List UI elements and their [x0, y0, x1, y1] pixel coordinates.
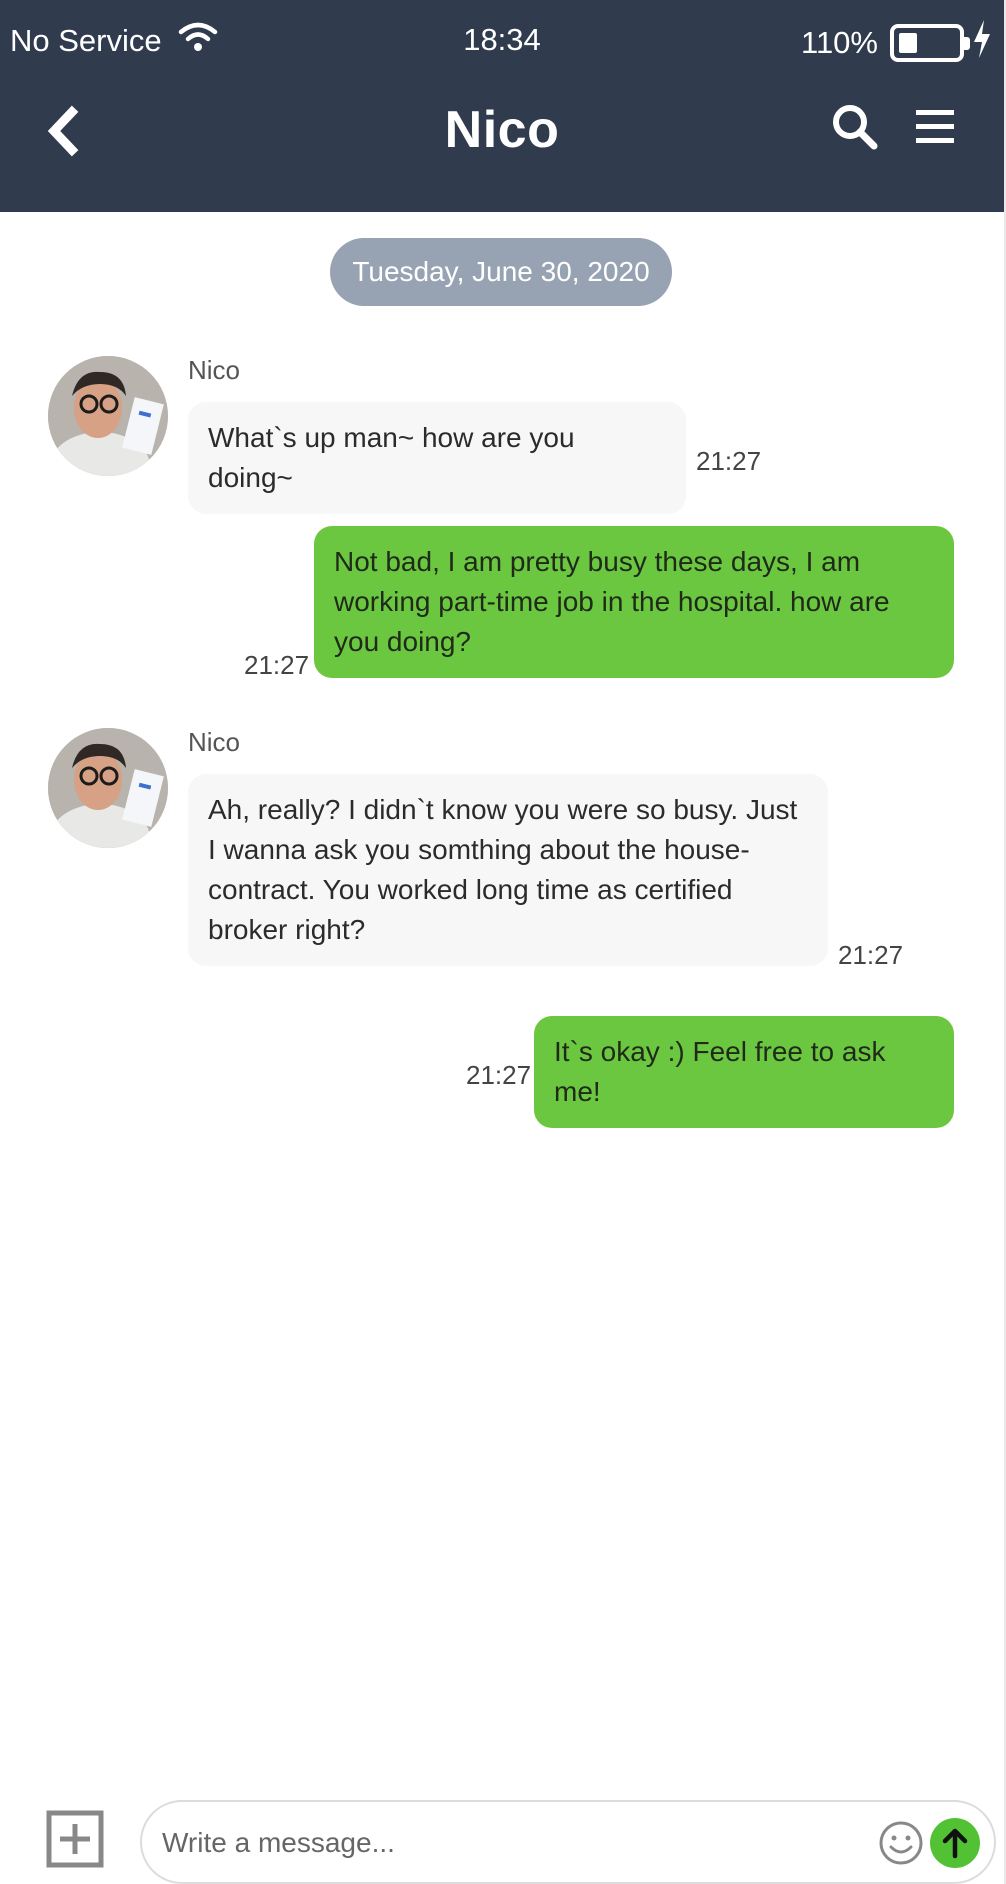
message-composer — [140, 1800, 996, 1884]
chat-screen: No Service 18:34 110% Nico Tuesday, June… — [0, 0, 1006, 1884]
message-bubble[interactable]: What`s up man~ how are you doing~ — [188, 402, 686, 514]
search-icon[interactable] — [830, 102, 880, 152]
status-bar: No Service 18:34 110% — [0, 0, 1004, 80]
charging-icon — [972, 20, 992, 66]
send-button[interactable] — [930, 1818, 980, 1868]
menu-icon[interactable] — [912, 104, 958, 150]
message-bubble[interactable]: Ah, really? I didn`t know you were so bu… — [188, 774, 828, 966]
sender-name: Nico — [188, 355, 241, 385]
date-separator: Tuesday, June 30, 2020 — [330, 238, 672, 306]
message-bubble[interactable]: It`s okay :) Feel free to ask me! — [534, 1016, 954, 1128]
header: No Service 18:34 110% Nico — [0, 0, 1004, 212]
send-icon — [942, 1828, 968, 1859]
message-time: 21:27 — [838, 940, 904, 970]
nav-bar: Nico — [0, 80, 1004, 212]
message-time: 21:27 — [696, 446, 762, 476]
avatar[interactable] — [48, 728, 168, 848]
battery-icon — [890, 24, 970, 62]
message-bubble[interactable]: Not bad, I am pretty busy these days, I … — [314, 526, 954, 678]
message-time: 21:27 — [466, 1060, 532, 1090]
add-icon[interactable] — [46, 1810, 104, 1868]
sender-name: Nico — [188, 727, 241, 757]
message-input[interactable] — [162, 1818, 862, 1868]
battery-percent: 110% — [801, 25, 878, 60]
status-right: 110% — [801, 20, 992, 66]
emoji-icon[interactable] — [878, 1820, 924, 1866]
avatar[interactable] — [48, 356, 168, 476]
message-time: 21:27 — [244, 650, 310, 680]
